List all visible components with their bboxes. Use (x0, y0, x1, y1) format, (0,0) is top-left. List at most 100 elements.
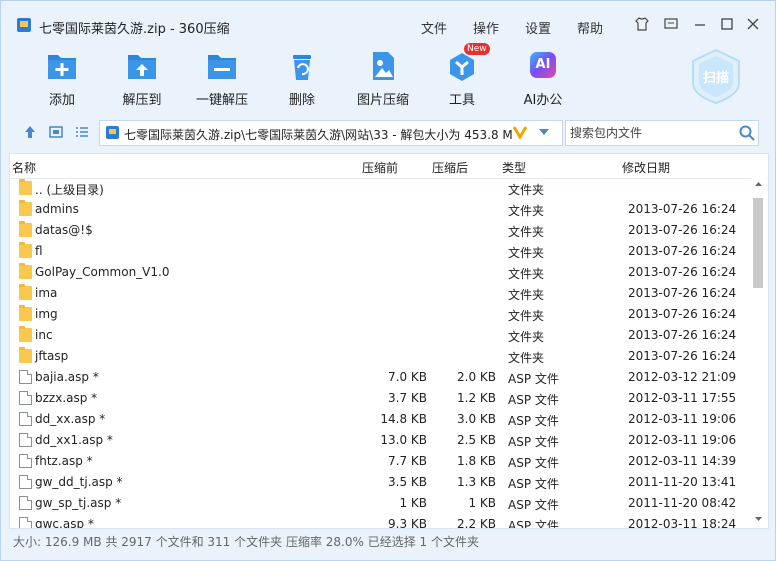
item-name: .. (上级目录) (35, 183, 104, 197)
image-compress-button[interactable]: 图片压缩 (348, 49, 418, 108)
column-header-date[interactable]: 修改日期 (622, 159, 670, 176)
list-item[interactable]: gwc.asp * 9.3 KB 2.2 KB ASP 文件 2012-03-11 18… (10, 514, 750, 529)
ai-office-button[interactable]: AI AI办公 (508, 49, 578, 108)
file-icon (19, 496, 32, 510)
minimize-icon[interactable] (691, 16, 709, 34)
add-label: 添加 (48, 93, 75, 108)
delete-button[interactable]: 删除 (267, 49, 337, 108)
extract-to-button[interactable]: 解压到 (107, 49, 177, 108)
item-name: bzzx.asp * (35, 391, 98, 405)
item-date: 2012-03-12 21:09 (628, 370, 737, 384)
item-name: bajia.asp * (35, 370, 99, 384)
list-item[interactable]: .. (上级目录) 文件夹 (10, 178, 750, 199)
item-type: 文件夹 (508, 288, 545, 302)
item-name: img (35, 307, 58, 321)
item-size: 14.8 KB (380, 412, 427, 426)
title-bar: 七零国际莱茵久游.zip - 360压缩 文件 操作 设置 帮助 (1, 1, 775, 37)
item-name: ima (35, 286, 58, 300)
item-name: dd_xx.asp * (35, 412, 106, 426)
list-item[interactable]: inc 文件夹 2013-07-26 16:24 (10, 325, 750, 346)
file-icon (19, 433, 32, 447)
ai-office-label: AI办公 (523, 93, 563, 108)
list-header: 名称 压缩前 压缩后 类型 修改日期 (10, 154, 768, 179)
scroll-down-arrow-icon[interactable] (754, 514, 763, 525)
item-name: jftasp (35, 349, 69, 363)
list-item[interactable]: admins 文件夹 2013-07-26 16:24 (10, 199, 750, 220)
file-icon (19, 391, 32, 405)
item-size: 7.7 KB (388, 454, 427, 468)
file-icon (19, 370, 32, 384)
file-icon (19, 454, 32, 468)
column-header-size[interactable]: 压缩前 (362, 159, 398, 176)
column-header-type[interactable]: 类型 (502, 159, 526, 176)
item-date: 2013-07-26 16:24 (628, 223, 737, 237)
list-item[interactable]: gw_dd_tj.asp * 3.5 KB 1.3 KB ASP 文件 2011-11-… (10, 472, 750, 493)
item-packed: 1 KB (468, 496, 496, 510)
trash-icon (285, 49, 319, 83)
item-type: ASP 文件 (508, 498, 559, 512)
scroll-up-arrow-icon[interactable] (754, 180, 763, 191)
menu-settings[interactable]: 设置 (525, 18, 551, 37)
column-header-packed[interactable]: 压缩后 (432, 159, 468, 176)
list-item[interactable]: GolPay_Common_V1.0 文件夹 2013-07-26 16:24 (10, 262, 750, 283)
item-type: ASP 文件 (508, 456, 559, 470)
scan-button[interactable]: 扫描 (687, 47, 745, 105)
list-item[interactable]: datas@!$ 文件夹 2013-07-26 16:24 (10, 220, 750, 241)
item-type: 文件夹 (508, 225, 545, 239)
list-item[interactable]: bajia.asp * 7.0 KB 2.0 KB ASP 文件 2012-03-12 … (10, 367, 750, 388)
folder-icon (19, 305, 32, 321)
item-size: 9.3 KB (388, 517, 427, 529)
list-view-icon[interactable] (75, 125, 89, 139)
list-item[interactable]: jftasp 文件夹 2013-07-26 16:24 (10, 346, 750, 367)
item-date: 2012-03-11 19:06 (628, 433, 737, 447)
chevron-down-icon[interactable] (538, 126, 550, 141)
add-button[interactable]: 添加 (27, 49, 97, 108)
item-type: ASP 文件 (508, 414, 559, 428)
list-item[interactable]: gw_sp_tj.asp * 1 KB 1 KB ASP 文件 2011-11-20 0… (10, 493, 750, 514)
feedback-icon[interactable] (662, 16, 680, 34)
image-compress-icon (366, 49, 400, 83)
item-date: 2013-07-26 16:24 (628, 307, 737, 321)
list-item[interactable]: dd_xx1.asp * 13.0 KB 2.5 KB ASP 文件 2012-03-1… (10, 430, 750, 451)
close-icon[interactable] (744, 16, 762, 34)
status-bar: 大小: 126.9 MB 共 2917 个文件和 311 个文件夹 压缩率 28… (13, 535, 479, 549)
item-type: ASP 文件 (508, 435, 559, 449)
tools-icon: New (445, 43, 490, 83)
item-date: 2013-07-26 16:24 (628, 286, 737, 300)
column-header-name[interactable]: 名称 (12, 159, 36, 176)
list-item[interactable]: fhtz.asp * 7.7 KB 1.8 KB ASP 文件 2012-03-11 1… (10, 451, 750, 472)
item-date: 2013-07-26 16:24 (628, 244, 737, 258)
list-item[interactable]: img 文件夹 2013-07-26 16:24 (10, 304, 750, 325)
item-type: ASP 文件 (508, 372, 559, 386)
list-item[interactable]: fl 文件夹 2013-07-26 16:24 (10, 241, 750, 262)
one-click-extract-label: 一键解压 (195, 93, 248, 108)
search-input[interactable] (568, 124, 732, 142)
archive-app-icon (17, 18, 31, 32)
item-name: admins (35, 202, 79, 216)
item-packed: 2.2 KB (457, 517, 496, 529)
extract-to-icon (125, 49, 159, 83)
list-item[interactable]: bzzx.asp * 3.7 KB 1.2 KB ASP 文件 2012-03-11 1… (10, 388, 750, 409)
search-icon[interactable] (738, 124, 756, 142)
address-bar[interactable]: 七零国际莱茵久游.zip\七零国际莱茵久游\网站\33 - 解包大小为 453.… (99, 120, 563, 146)
list-item[interactable]: ima 文件夹 2013-07-26 16:24 (10, 283, 750, 304)
item-type: ASP 文件 (508, 393, 559, 407)
item-type: 文件夹 (508, 204, 545, 218)
ai-office-icon: AI (526, 49, 560, 83)
file-rows: .. (上级目录) 文件夹 admins 文件夹 2013-07-26 16:24 d… (10, 178, 750, 529)
item-name: gwc.asp * (35, 517, 94, 529)
item-name: gw_dd_tj.asp * (35, 475, 123, 489)
one-click-extract-button[interactable]: 一键解压 (187, 49, 257, 108)
maximize-icon[interactable] (718, 16, 736, 34)
item-packed: 2.5 KB (457, 433, 496, 447)
skin-icon[interactable] (633, 16, 651, 34)
thumbnail-view-icon[interactable] (49, 125, 63, 139)
menu-operate[interactable]: 操作 (473, 18, 499, 37)
vertical-scrollbar[interactable] (751, 178, 767, 528)
up-arrow-icon[interactable] (23, 125, 37, 139)
tools-button[interactable]: New 工具 (427, 43, 497, 108)
scroll-thumb[interactable] (753, 198, 763, 288)
menu-file[interactable]: 文件 (421, 18, 447, 37)
menu-help[interactable]: 帮助 (577, 18, 603, 37)
list-item[interactable]: dd_xx.asp * 14.8 KB 3.0 KB ASP 文件 2012-03-11… (10, 409, 750, 430)
